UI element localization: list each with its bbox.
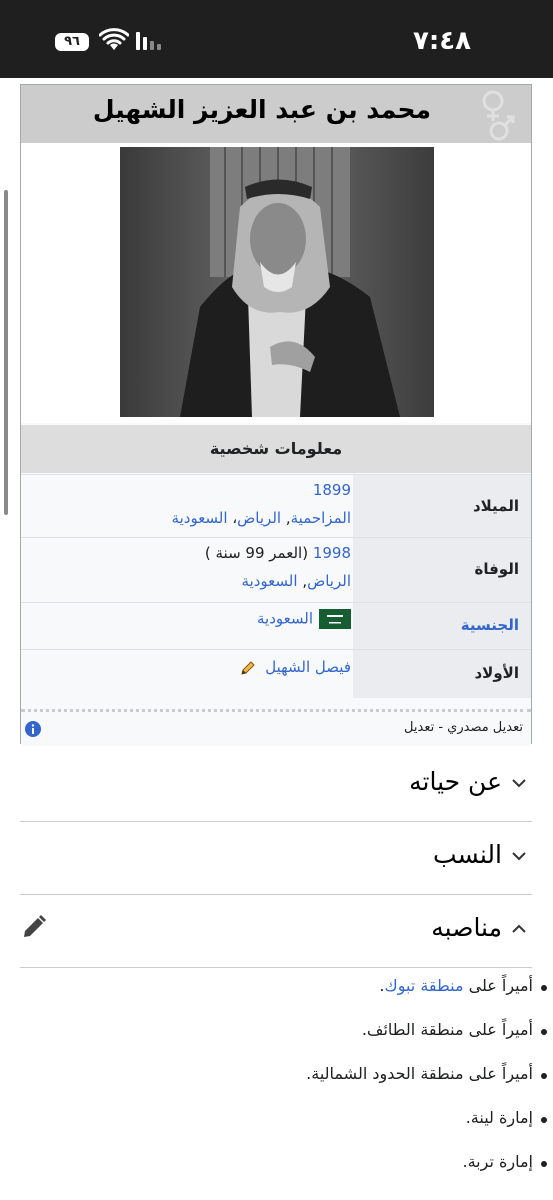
row-label: الميلاد	[353, 475, 531, 537]
row-value: 1899 المزاحمية, الرياض، السعودية	[171, 481, 351, 527]
birth-city-link[interactable]: الرياض	[237, 509, 281, 527]
section-about-life[interactable]: عن حياته	[20, 749, 532, 822]
child-link[interactable]: فيصل الشهيل	[265, 658, 351, 676]
infobox-row-children: الأولاد فيصل الشهيل	[21, 649, 531, 698]
status-bar: ٩٦ ٧:٤٨	[0, 0, 553, 78]
list-item: إمارة تربة.	[462, 1152, 548, 1171]
infobox-footer: تعديل مصدري - تعديل	[21, 709, 531, 746]
row-value: 1998 (العمر 99 سنة ) الرياض, السعودية	[204, 544, 351, 590]
infobox: محمد بن عبد العزيز الشهيل معلومات شخصية …	[20, 84, 532, 746]
infobox-row-birth: الميلاد 1899 المزاحمية, الرياض، السعودية	[21, 474, 531, 537]
info-icon[interactable]	[25, 721, 41, 737]
section-title: النسب	[433, 840, 502, 869]
nationality-link[interactable]: السعودية	[257, 610, 313, 628]
list-item: أميراً على منطقة الطائف.	[361, 1020, 548, 1039]
infobox-row-nationality: الجنسية السعودية	[21, 602, 531, 649]
chevron-up-icon	[512, 924, 526, 933]
section-lineage[interactable]: النسب	[20, 822, 532, 895]
row-label: الجنسية	[353, 603, 531, 649]
status-time: ٧:٤٨	[412, 26, 471, 56]
chevron-down-icon	[512, 779, 526, 788]
signal-icon	[136, 32, 161, 50]
infobox-title: محمد بن عبد العزيز الشهيل	[92, 95, 431, 124]
wifi-icon	[99, 28, 129, 50]
death-age: (العمر 99 سنة )	[204, 544, 313, 562]
death-country-link[interactable]: السعودية	[242, 572, 298, 590]
birth-place-link[interactable]: المزاحمية	[291, 509, 351, 527]
scrollbar[interactable]	[4, 190, 8, 515]
row-label: الأولاد	[353, 650, 531, 698]
pencil-icon[interactable]	[20, 913, 48, 941]
birth-year-link[interactable]: 1899	[313, 481, 351, 499]
list-item: أميراً على منطقة تبوك.	[379, 976, 547, 995]
infobox-section-header: معلومات شخصية	[21, 425, 531, 473]
tabuk-link[interactable]: منطقة تبوك	[385, 976, 464, 995]
section-title: عن حياته	[409, 767, 502, 796]
battery-indicator: ٩٦	[55, 33, 89, 51]
list-item: إمارة لينة.	[465, 1108, 548, 1127]
list-item: أميراً على منطقة الحدود الشمالية.	[306, 1064, 547, 1083]
infobox-title-bar: محمد بن عبد العزيز الشهيل	[21, 85, 531, 143]
section-title: مناصبه	[431, 913, 502, 942]
pencil-icon[interactable]	[240, 660, 256, 676]
birth-country-link[interactable]: السعودية	[172, 509, 228, 527]
row-value: السعودية	[31, 603, 351, 649]
row-label: الوفاة	[353, 538, 531, 602]
portrait-photo[interactable]	[120, 147, 434, 417]
section-positions[interactable]: مناصبه	[20, 895, 532, 968]
photo-area	[21, 143, 531, 423]
chevron-down-icon	[512, 852, 526, 861]
edit-links[interactable]: تعديل مصدري - تعديل	[404, 720, 523, 735]
nationality-label-link[interactable]: الجنسية	[461, 616, 519, 634]
gender-symbol-icon	[482, 90, 515, 141]
infobox-row-death: الوفاة 1998 (العمر 99 سنة ) الرياض, السع…	[21, 537, 531, 602]
saudi-flag-icon	[319, 609, 351, 629]
row-value: فيصل الشهيل	[31, 650, 351, 698]
death-city-link[interactable]: الرياض	[307, 572, 351, 590]
death-year-link[interactable]: 1998	[313, 544, 351, 562]
